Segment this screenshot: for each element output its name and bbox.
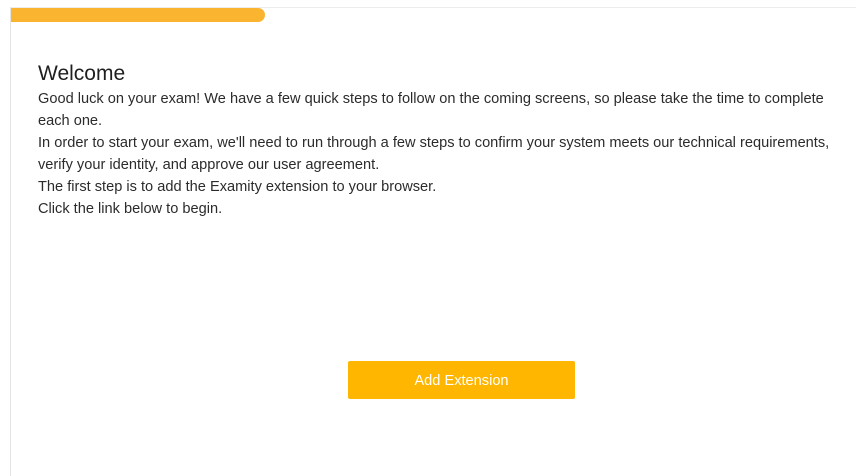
add-extension-button[interactable]: Add Extension bbox=[348, 361, 575, 399]
instruction-paragraph: Click the link below to begin. bbox=[38, 201, 223, 217]
progress-bar-fill bbox=[11, 8, 265, 22]
welcome-content: Welcome Good luck on your exam! We have … bbox=[38, 60, 838, 220]
page-title: Welcome bbox=[38, 62, 126, 85]
intro-paragraph: Good luck on your exam! We have a few qu… bbox=[38, 91, 824, 129]
progress-bar bbox=[11, 8, 856, 22]
first-step-paragraph: The first step is to add the Examity ext… bbox=[38, 179, 437, 195]
steps-paragraph: In order to start your exam, we'll need … bbox=[38, 135, 830, 173]
welcome-card: Welcome Good luck on your exam! We have … bbox=[10, 7, 856, 476]
